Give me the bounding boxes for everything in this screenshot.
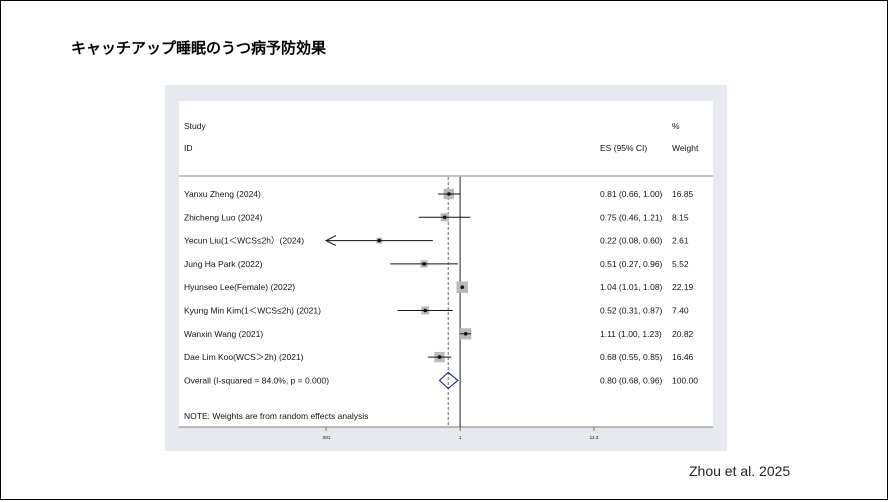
x-tick-label: 12.3 xyxy=(590,435,599,440)
study-point xyxy=(460,285,464,290)
header-weight: Weight xyxy=(672,143,699,153)
study-point xyxy=(447,192,451,196)
study-label: Jung Ha Park (2022) xyxy=(184,259,263,269)
study-label: Yecun Liu(1＜WCS≤2h）(2024) xyxy=(184,236,304,246)
x-axis-ticks: .081 1 12.3 xyxy=(322,427,599,440)
forest-plot: Study ID ES (95% CI) % Weight Yanxu Zhen… xyxy=(179,121,713,440)
forest-marks xyxy=(324,177,472,427)
study-point xyxy=(442,215,447,220)
study-label: Hyunseo Lee(Female) (2022) xyxy=(184,282,295,292)
study-effect-size: 0.52 (0.31, 0.87) xyxy=(600,306,663,316)
study-weight: 16.85 xyxy=(672,189,694,199)
x-tick-label: .081 xyxy=(322,435,331,440)
study-label: Kyung Min Kim(1＜WCS≤2h) (2021) xyxy=(184,306,321,316)
header-study: Study xyxy=(184,121,206,131)
study-effect-size: 0.81 (0.66, 1.00) xyxy=(600,189,663,199)
study-effect-size: 0.22 (0.08, 0.60) xyxy=(600,236,663,246)
source-credit: Zhou et al. 2025 xyxy=(689,463,791,479)
study-point xyxy=(422,262,426,266)
study-label: Zhicheng Luo (2024) xyxy=(184,212,263,222)
study-label: Dae Lim Koo(WCS＞2h) (2021) xyxy=(184,352,304,362)
study-effect-size: 0.75 (0.46, 1.21) xyxy=(600,212,663,222)
slide: キャッチアップ睡眠のうつ病予防効果 Study ID ES (95% CI) %… xyxy=(0,0,888,500)
study-weight: 7.40 xyxy=(672,306,689,316)
overall-effect-size: 0.80 (0.68, 0.96) xyxy=(600,375,663,385)
study-weight: 5.52 xyxy=(672,259,689,269)
study-weight: 2.61 xyxy=(672,236,689,246)
study-weight: 16.46 xyxy=(672,352,694,362)
header-es: ES (95% CI) xyxy=(600,143,647,153)
study-weight: 8.15 xyxy=(672,212,689,222)
x-tick-label: 1 xyxy=(459,435,462,440)
study-effect-size: 0.51 (0.27, 0.96) xyxy=(600,259,663,269)
overall-label: Overall (I-squared = 84.0%, p = 0.000) xyxy=(184,375,329,385)
overall-weight: 100.00 xyxy=(672,375,698,385)
study-effect-size: 0.68 (0.55, 0.85) xyxy=(600,352,663,362)
overall-diamond xyxy=(438,371,459,390)
header-id: ID xyxy=(184,143,193,153)
study-point xyxy=(437,355,442,359)
study-label: Yanxu Zheng (2024) xyxy=(184,189,261,199)
study-effect-size: 1.04 (1.01, 1.08) xyxy=(600,282,663,292)
study-weight: 22.19 xyxy=(672,282,694,292)
study-label: Wanxin Wang (2021) xyxy=(184,329,263,339)
header-percent: % xyxy=(672,121,680,131)
study-effect-size: 1.11 (1.00, 1.23) xyxy=(600,329,662,339)
study-weight: 20.82 xyxy=(672,329,694,339)
study-point xyxy=(463,332,468,336)
study-point xyxy=(377,238,382,243)
footnote: NOTE: Weights are from random effects an… xyxy=(184,411,368,421)
study-point xyxy=(423,308,428,313)
